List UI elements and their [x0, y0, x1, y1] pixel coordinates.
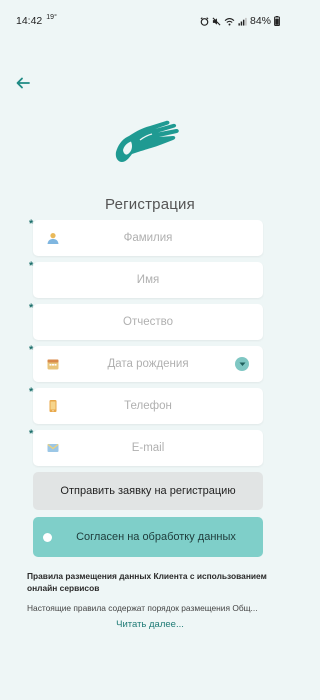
back-button[interactable] — [12, 74, 34, 92]
status-bar: 14:42 19° 84% — [0, 0, 300, 28]
page-title: Регистрация — [105, 196, 195, 213]
required-mark: * — [29, 302, 34, 314]
battery-icon — [274, 16, 280, 26]
status-temperature: 19° — [46, 14, 57, 21]
required-mark: * — [29, 260, 34, 272]
surname-input[interactable] — [68, 232, 228, 244]
email-field[interactable]: * — [29, 428, 263, 466]
consent-toggle[interactable]: Согласен на обработку данных — [33, 517, 263, 557]
patronymic-field[interactable]: * — [29, 302, 263, 340]
mute-icon — [212, 17, 221, 25]
calendar-icon — [47, 359, 59, 370]
rules-text: Настоящие правила содержат порядок разме… — [27, 603, 258, 613]
chevron-down-icon — [239, 362, 245, 366]
birthdate-input[interactable] — [68, 358, 228, 370]
battery-percent: 84% — [249, 15, 271, 27]
required-mark: * — [29, 428, 34, 440]
wifi-icon — [224, 17, 235, 25]
status-time: 14:42 — [16, 15, 43, 27]
required-mark: * — [29, 386, 34, 398]
required-mark: * — [29, 344, 34, 356]
signal-icon — [238, 17, 247, 26]
read-more-link[interactable]: Читать далее... — [0, 619, 300, 630]
submit-registration-button[interactable]: Отправить заявку на регистрацию — [33, 472, 263, 510]
surname-field[interactable]: * — [29, 218, 263, 256]
registration-screen: 14:42 19° 84% Регистрация * Фамилия * Им… — [0, 0, 300, 700]
name-field[interactable]: * — [29, 260, 263, 298]
required-mark: * — [29, 218, 34, 230]
status-right: 84% — [200, 15, 280, 27]
alarm-icon — [200, 16, 209, 26]
patronymic-input[interactable] — [68, 316, 228, 328]
birthdate-dropdown-button[interactable] — [235, 357, 249, 371]
arrow-left-icon — [16, 77, 30, 89]
person-icon — [47, 233, 59, 244]
birthdate-field[interactable]: * — [29, 344, 263, 382]
toggle-knob[interactable] — [43, 533, 52, 542]
phone-input[interactable] — [68, 400, 228, 412]
phone-icon — [49, 400, 57, 412]
name-input[interactable] — [68, 274, 228, 286]
phone-field[interactable]: * — [29, 386, 263, 424]
consent-label: Согласен на обработку данных — [76, 531, 236, 543]
rules-title: Правила размещения данных Клиента с испо… — [27, 571, 267, 593]
email-input[interactable] — [68, 442, 228, 454]
hand-logo-icon — [115, 120, 179, 162]
status-left: 14:42 19° — [16, 14, 57, 27]
email-icon — [47, 443, 59, 452]
